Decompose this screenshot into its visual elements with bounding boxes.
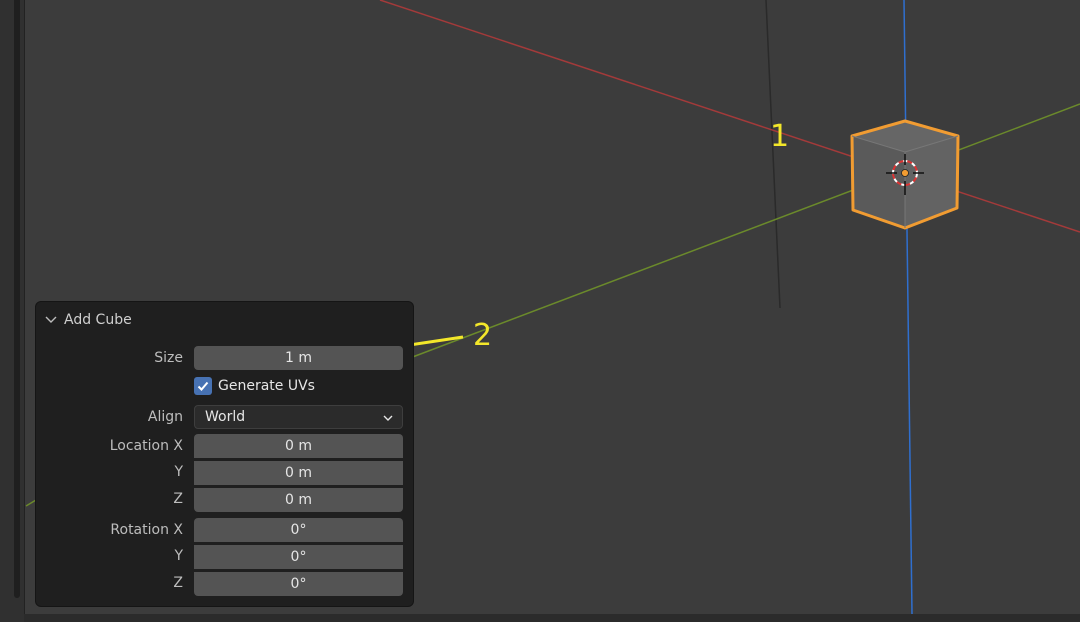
- faint-grid-line: [765, 0, 781, 309]
- add-cube-operator-panel: Add Cube Size 1 m Generate UVs Align Wor…: [36, 302, 413, 606]
- bottom-status-strip: [24, 614, 1080, 622]
- rotation-y-label: Y: [174, 548, 183, 564]
- rotation-z-field[interactable]: 0°: [194, 572, 403, 596]
- rotation-x-field[interactable]: 0°: [194, 518, 403, 542]
- location-y-field[interactable]: 0 m: [194, 461, 403, 485]
- location-x-label: Location X: [109, 438, 183, 454]
- align-label: Align: [147, 409, 183, 425]
- panel-header[interactable]: Add Cube: [44, 310, 132, 330]
- chevron-down-icon: [45, 316, 57, 323]
- rotation-y-field[interactable]: 0°: [194, 545, 403, 569]
- location-z-field[interactable]: 0 m: [194, 488, 403, 512]
- location-x-field[interactable]: 0 m: [194, 434, 403, 458]
- annotation-marker-2: 2: [473, 318, 493, 353]
- generate-uvs-label: Generate UVs: [218, 378, 315, 394]
- x-axis-line: [379, 0, 1080, 233]
- z-axis-line: [903, 0, 913, 615]
- rotation-x-label: Rotation X: [110, 522, 183, 538]
- panel-title: Add Cube: [64, 312, 132, 328]
- generate-uvs-toggle[interactable]: Generate UVs: [194, 377, 315, 395]
- object-origin-dot: [901, 169, 909, 177]
- align-dropdown[interactable]: World: [194, 405, 403, 429]
- y-axis-line: [409, 103, 1080, 359]
- annotation-marker-1: 1: [770, 119, 790, 154]
- align-value: World: [205, 409, 246, 425]
- location-z-label: Z: [173, 491, 183, 507]
- size-label: Size: [154, 350, 183, 366]
- generate-uvs-checkbox[interactable]: [194, 377, 212, 395]
- location-y-label: Y: [174, 464, 183, 480]
- checkmark-icon: [197, 381, 209, 391]
- rotation-z-label: Z: [173, 575, 183, 591]
- y-axis-line-left: [25, 499, 37, 507]
- size-field[interactable]: 1 m: [194, 346, 403, 370]
- 3d-viewport[interactable]: 1 2 Add Cube Size 1 m Generate UVs Align…: [0, 0, 1080, 622]
- chevron-down-icon: [383, 415, 393, 421]
